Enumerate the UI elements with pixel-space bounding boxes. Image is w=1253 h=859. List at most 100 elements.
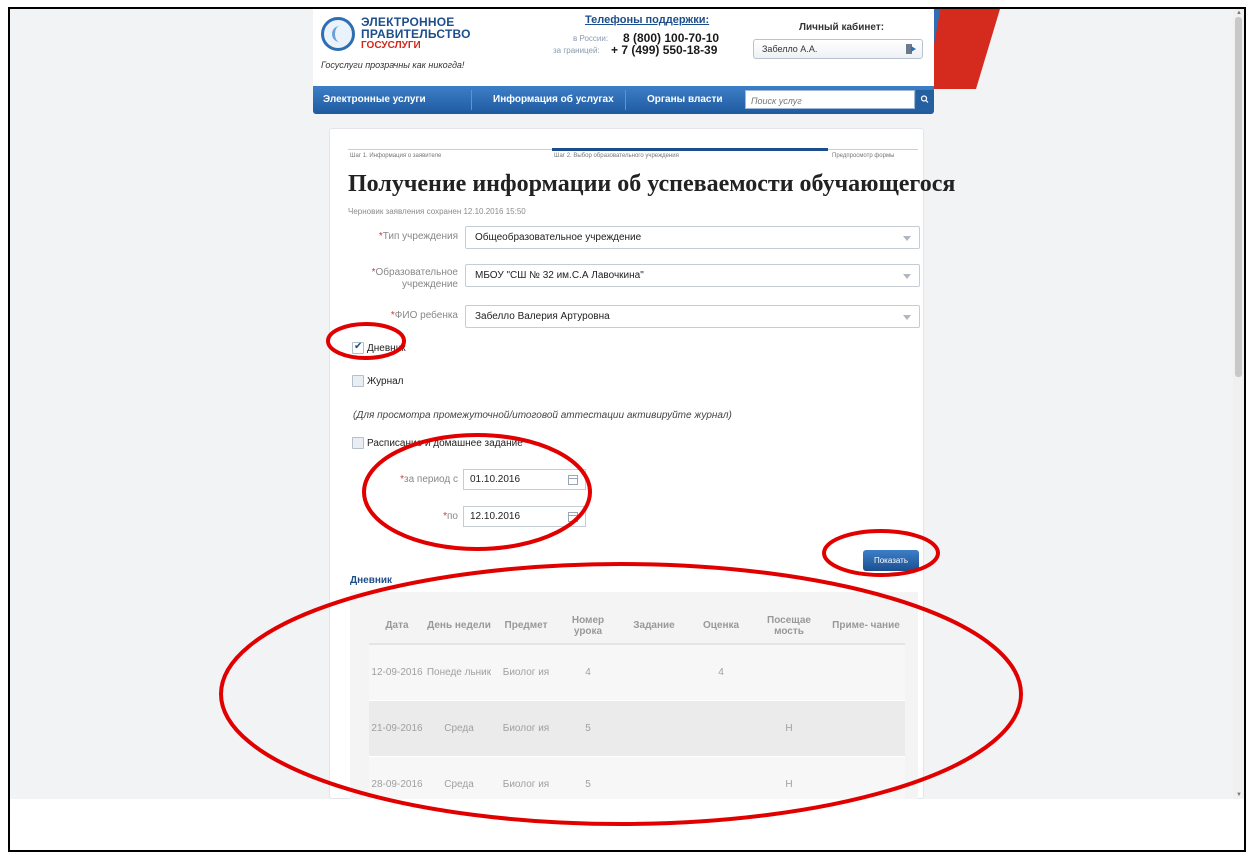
- slogan: Госуслуги прозрачны как никогда!: [321, 60, 465, 70]
- col-date: Дата: [369, 608, 425, 645]
- nav-authorities[interactable]: Органы власти: [647, 94, 723, 105]
- diary-table: Дата День недели Предмет Номер урока Зад…: [369, 608, 905, 799]
- nav-divider: [471, 90, 472, 110]
- cell-task: [617, 644, 691, 701]
- search-button[interactable]: [916, 90, 934, 109]
- blank-area: [10, 799, 1244, 850]
- col-lesson-number: Номер урока: [559, 608, 617, 645]
- vertical-scrollbar[interactable]: ▲ ▼: [1233, 9, 1244, 799]
- main-nav: Электронные услуги Информация об услугах…: [313, 86, 934, 114]
- cell-grade: [691, 700, 751, 757]
- cell-subject: Биолог ия: [493, 644, 559, 701]
- col-weekday: День недели: [425, 608, 493, 645]
- cell-note: [827, 756, 905, 799]
- cell-attendance: [751, 644, 827, 701]
- col-note: Приме- чание: [827, 608, 905, 645]
- col-attendance: Посещае мость: [751, 608, 827, 645]
- step-3[interactable]: Предпросмотр формы: [832, 153, 894, 159]
- institution-type-value: Общеобразовательное учреждение: [475, 232, 642, 243]
- child-name-select[interactable]: Забелло Валерия Артуровна: [465, 305, 920, 328]
- cell-date: 21-09-2016: [369, 700, 425, 757]
- scroll-up-arrow-icon[interactable]: ▲: [1236, 10, 1242, 16]
- cell-grade: [691, 756, 751, 799]
- site-header: ЭЛЕКТРОННОЕ ПРАВИТЕЛЬСТВО ГОСУСЛУГИ Госу…: [313, 9, 934, 114]
- diary-checkbox-label[interactable]: Дневник: [367, 343, 406, 354]
- institution-type-select[interactable]: Общеобразовательное учреждение: [465, 226, 920, 249]
- col-task: Задание: [617, 608, 691, 645]
- table-header-row: Дата День недели Предмет Номер урока Зад…: [369, 608, 905, 645]
- cell-lesson-number: 5: [559, 700, 617, 757]
- support-phones-link[interactable]: Телефоны поддержки:: [585, 14, 709, 26]
- support-abroad-label: за границей:: [553, 46, 600, 55]
- scrollbar-thumb[interactable]: [1235, 17, 1242, 377]
- cell-task: [617, 756, 691, 799]
- period-from-value: 01.10.2016: [470, 474, 521, 485]
- steps-active-indicator: [552, 148, 828, 151]
- child-name-label: *ФИО ребенка: [390, 310, 458, 321]
- cabinet-title: Личный кабинет:: [799, 22, 885, 33]
- period-to-value: 12.10.2016: [470, 511, 521, 522]
- period-to-label: *по: [443, 511, 458, 522]
- logo-line-3[interactable]: ГОСУСЛУГИ: [361, 40, 421, 51]
- support-russia-label: в России:: [573, 34, 609, 43]
- cell-note: [827, 700, 905, 757]
- logout-icon[interactable]: [905, 43, 917, 55]
- diary-table-area: Дата День недели Предмет Номер урока Зад…: [350, 592, 918, 799]
- search-input[interactable]: [746, 92, 914, 110]
- cabinet-user-box[interactable]: Забелло А.А.: [753, 39, 923, 59]
- calendar-icon[interactable]: [568, 512, 578, 522]
- step-1[interactable]: Шаг 1. Информация о заявителе: [350, 153, 441, 159]
- cell-grade: 4: [691, 644, 751, 701]
- search-box[interactable]: [745, 90, 915, 110]
- cell-lesson-number: 5: [559, 756, 617, 799]
- cell-attendance: Н: [751, 700, 827, 757]
- browser-viewport: ЭЛЕКТРОННОЕ ПРАВИТЕЛЬСТВО ГОСУСЛУГИ Госу…: [10, 9, 1244, 799]
- gosuslugi-logo-icon[interactable]: [321, 17, 355, 51]
- schedule-checkbox-label[interactable]: Расписание и домашнее задание: [367, 438, 523, 449]
- logo-line-2[interactable]: ПРАВИТЕЛЬСТВО: [361, 27, 471, 41]
- scroll-down-arrow-icon[interactable]: ▼: [1236, 792, 1242, 798]
- period-from-label: *за период с: [400, 474, 458, 485]
- nav-divider: [625, 90, 626, 110]
- journal-checkbox-label[interactable]: Журнал: [367, 376, 404, 387]
- schedule-checkbox[interactable]: [352, 437, 364, 449]
- page-title: Получение информации об успеваемости обу…: [348, 171, 956, 197]
- diary-section-title: Дневник: [350, 575, 393, 586]
- cell-task: [617, 700, 691, 757]
- cell-subject: Биолог ия: [493, 700, 559, 757]
- period-from-input[interactable]: 01.10.2016: [463, 469, 586, 490]
- col-grade: Оценка: [691, 608, 751, 645]
- screenshot-frame: ЭЛЕКТРОННОЕ ПРАВИТЕЛЬСТВО ГОСУСЛУГИ Госу…: [8, 7, 1246, 852]
- show-button[interactable]: Показать: [863, 550, 919, 571]
- chevron-down-icon[interactable]: [903, 236, 911, 241]
- nav-electronic-services[interactable]: Электронные услуги: [323, 94, 426, 105]
- cell-weekday: Среда: [425, 700, 493, 757]
- institution-label: *Образовательное учреждение: [371, 267, 458, 290]
- nav-services-info[interactable]: Информация об услугах: [493, 94, 614, 105]
- journal-hint: (Для просмотра промежуточной/итоговой ат…: [353, 410, 732, 421]
- table-row: 12-09-2016 Понеде льник Биолог ия 4 4: [369, 644, 905, 701]
- period-to-input[interactable]: 12.10.2016: [463, 506, 586, 527]
- cell-note: [827, 644, 905, 701]
- cell-weekday: Среда: [425, 756, 493, 799]
- draft-saved-note: Черновик заявления сохранен 12.10.2016 1…: [348, 207, 526, 216]
- table-row: 28-09-2016 Среда Биолог ия 5 Н: [369, 756, 905, 799]
- cell-subject: Биолог ия: [493, 756, 559, 799]
- cell-date: 12-09-2016: [369, 644, 425, 701]
- cell-weekday: Понеде льник: [425, 644, 493, 701]
- support-abroad-number: + 7 (499) 550-18-39: [611, 43, 718, 57]
- journal-checkbox[interactable]: [352, 375, 364, 387]
- institution-select[interactable]: МБОУ "СШ № 32 им.С.А Лавочкина": [465, 264, 920, 287]
- col-subject: Предмет: [493, 608, 559, 645]
- cell-lesson-number: 4: [559, 644, 617, 701]
- diary-checkbox[interactable]: [352, 341, 364, 354]
- chevron-down-icon[interactable]: [903, 274, 911, 279]
- calendar-icon[interactable]: [568, 475, 578, 485]
- institution-value: МБОУ "СШ № 32 им.С.А Лавочкина": [475, 270, 644, 281]
- cabinet-user-name[interactable]: Забелло А.А.: [762, 44, 817, 54]
- step-2[interactable]: Шаг 2. Выбор образовательного учреждения: [554, 153, 679, 159]
- institution-type-label: *Тип учреждения: [378, 231, 458, 242]
- chevron-down-icon[interactable]: [903, 315, 911, 320]
- cell-date: 28-09-2016: [369, 756, 425, 799]
- search-icon[interactable]: [916, 90, 934, 109]
